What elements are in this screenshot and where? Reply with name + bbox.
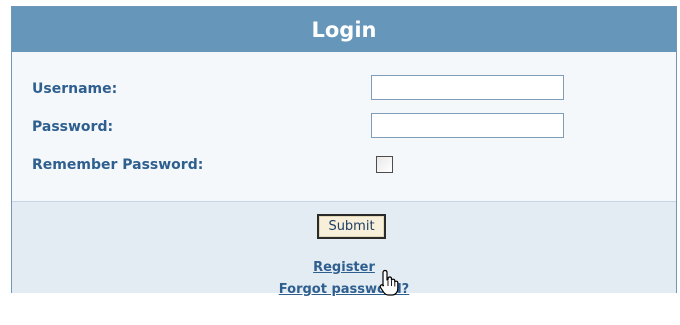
register-link[interactable]: Register xyxy=(12,260,676,275)
password-label: Password: xyxy=(32,119,114,135)
login-panel: Login Username: Password: Remember Passw… xyxy=(11,6,677,297)
login-title: Login xyxy=(311,17,377,42)
username-label: Username: xyxy=(32,81,118,97)
submit-button[interactable]: Submit xyxy=(317,214,386,239)
hand-pointer-cursor-icon xyxy=(379,269,399,296)
remember-password-checkbox[interactable] xyxy=(376,156,393,173)
password-input[interactable] xyxy=(371,113,564,138)
login-form: Username: Password: Remember Password: xyxy=(12,52,676,202)
login-header: Login xyxy=(12,7,676,52)
login-actions: Submit Register Forgot password? xyxy=(12,202,676,297)
remember-password-label: Remember Password: xyxy=(32,157,204,173)
username-input[interactable] xyxy=(371,75,564,100)
forgot-password-link[interactable]: Forgot password? xyxy=(12,282,676,297)
